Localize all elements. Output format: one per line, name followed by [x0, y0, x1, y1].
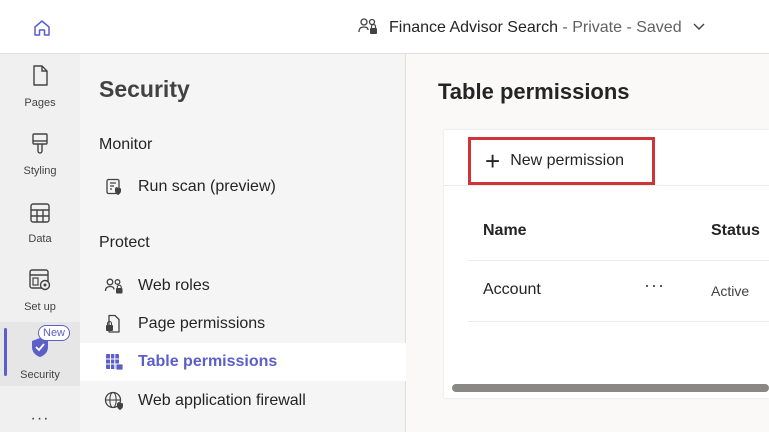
- home-icon[interactable]: [30, 16, 54, 40]
- nav-item-page-permissions[interactable]: Page permissions: [80, 305, 406, 343]
- more-actions-icon[interactable]: ···: [644, 275, 665, 296]
- rail-item-setup[interactable]: Set up: [0, 268, 80, 313]
- nav-item-label: Page permissions: [138, 315, 266, 332]
- nav-item-web-roles[interactable]: Web roles: [80, 267, 406, 305]
- rail-item-styling[interactable]: Styling: [0, 132, 80, 177]
- security-subnav: Security Monitor Run scan (preview) Prot…: [80, 54, 406, 432]
- rail-item-pages[interactable]: Pages: [0, 64, 80, 109]
- top-bar: Finance Advisor Search - Private - Saved: [0, 0, 769, 54]
- rail-item-label: Data: [28, 233, 52, 245]
- scan-icon: [104, 177, 124, 197]
- column-header-name[interactable]: Name: [483, 222, 527, 240]
- plus-icon: +: [485, 146, 501, 176]
- page-icon: [29, 64, 51, 93]
- nav-item-label: Web application firewall: [138, 392, 306, 409]
- new-permission-label: New permission: [510, 152, 624, 169]
- rail-item-label: Styling: [23, 165, 57, 177]
- people-lock-icon: [357, 16, 379, 41]
- site-title-dropdown[interactable]: Finance Advisor Search - Private - Saved: [357, 16, 706, 40]
- rail-item-security[interactable]: New Security: [0, 322, 80, 386]
- new-badge: New: [38, 325, 71, 341]
- rail-item-data[interactable]: Data: [0, 202, 80, 245]
- page-title: Table permissions: [438, 79, 630, 104]
- section-heading-monitor: Monitor: [99, 136, 153, 153]
- more-icon[interactable]: ···: [0, 410, 80, 428]
- paintbrush-icon: [29, 132, 51, 161]
- nav-item-web-application-firewall[interactable]: Web application firewall: [80, 382, 406, 420]
- horizontal-scrollbar[interactable]: [452, 384, 769, 392]
- site-title-text: Finance Advisor Search - Private - Saved: [389, 19, 682, 37]
- nav-item-label: Web roles: [138, 277, 210, 294]
- command-bar: + New permission: [444, 130, 769, 186]
- chevron-down-icon: [692, 19, 706, 38]
- subnav-title: Security: [99, 76, 190, 102]
- nav-item-run-scan[interactable]: Run scan (preview): [80, 168, 406, 206]
- table-lock-icon: [104, 352, 124, 372]
- site-status: - Private - Saved: [557, 19, 682, 36]
- row-status: Active: [711, 283, 750, 299]
- main-content: Table permissions + New permission Name …: [406, 54, 769, 432]
- settings-window-icon: [28, 268, 52, 297]
- row-name[interactable]: Account: [483, 281, 541, 299]
- column-header-status[interactable]: Status: [711, 222, 760, 240]
- nav-item-table-permissions[interactable]: Table permissions: [80, 343, 406, 381]
- table-icon: [29, 202, 51, 229]
- nav-item-label: Run scan (preview): [138, 178, 276, 195]
- table-row[interactable]: Account ··· Active: [468, 260, 769, 322]
- document-lock-icon: [104, 314, 124, 334]
- globe-shield-icon: [104, 391, 124, 411]
- nav-item-label: Table permissions: [138, 353, 278, 370]
- site-name: Finance Advisor Search: [389, 19, 558, 36]
- new-permission-button[interactable]: + New permission: [468, 137, 655, 185]
- permissions-card: + New permission Name Status Account ···…: [444, 130, 769, 398]
- rail-item-label: Set up: [24, 301, 56, 313]
- rail-item-label: Security: [20, 369, 60, 381]
- people-lock-icon: [104, 276, 124, 296]
- rail-item-label: Pages: [24, 97, 56, 109]
- section-heading-protect: Protect: [99, 234, 150, 251]
- left-rail: Pages Styling Data Set up New Security ·…: [0, 54, 80, 432]
